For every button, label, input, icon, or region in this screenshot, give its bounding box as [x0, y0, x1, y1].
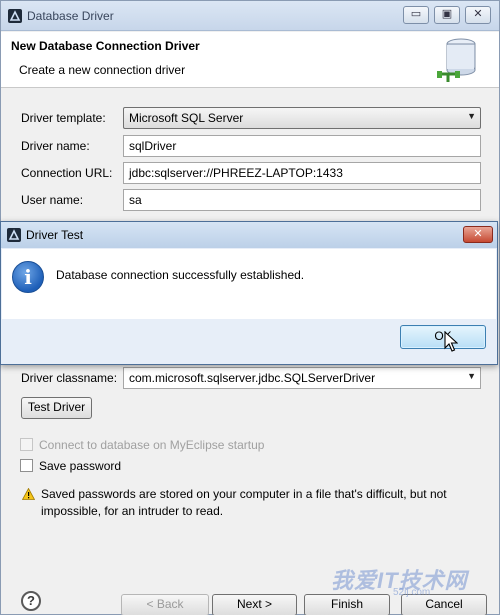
- watermark-subtext: 52ij.com: [393, 587, 431, 598]
- save-password-checkbox[interactable]: Save password: [20, 459, 121, 475]
- connection-url-field[interactable]: jdbc:sqlserver://PHREEZ-LAPTOP:1433: [123, 162, 481, 184]
- dialog-close-button[interactable]: ✕: [463, 226, 493, 243]
- ok-button[interactable]: OK: [400, 325, 486, 349]
- database-icon: [437, 38, 476, 82]
- chevron-down-icon: ▼: [467, 111, 476, 121]
- maximize-button[interactable]: ▣: [434, 6, 460, 24]
- dialog-message: Database connection successfully establi…: [56, 268, 305, 282]
- close-button[interactable]: ✕: [465, 6, 491, 24]
- dialog-titlebar[interactable]: Driver Test ✕: [1, 222, 497, 248]
- wizard-title: New Database Connection Driver: [11, 39, 200, 53]
- save-password-label: Save password: [39, 459, 122, 473]
- driver-classname-value: com.microsoft.sqlserver.jdbc.SQLServerDr…: [129, 371, 376, 385]
- connect-on-startup-checkbox[interactable]: Connect to database on MyEclipse startup: [20, 438, 264, 454]
- window-titlebar[interactable]: Database Driver ▭ ▣ ✕: [1, 1, 499, 31]
- help-icon[interactable]: ?: [21, 591, 41, 611]
- user-name-field[interactable]: sa: [123, 189, 481, 211]
- driver-classname-label: Driver classname:: [21, 371, 118, 385]
- myeclipse-icon: [7, 228, 21, 242]
- mouse-cursor-icon: [444, 331, 458, 352]
- next-button[interactable]: Next >: [212, 594, 297, 615]
- checkbox-box: [20, 459, 33, 472]
- finish-button[interactable]: Finish: [304, 594, 390, 615]
- driver-test-dialog: Driver Test ✕ i Database connection succ…: [0, 221, 498, 365]
- wizard-header: New Database Connection Driver Create a …: [1, 32, 499, 88]
- wizard-subtitle: Create a new connection driver: [19, 63, 186, 77]
- driver-template-value: Microsoft SQL Server: [129, 111, 244, 125]
- test-driver-button[interactable]: Test Driver: [21, 397, 92, 419]
- driver-template-label: Driver template:: [21, 111, 106, 125]
- driver-template-select[interactable]: Microsoft SQL Server ▼: [123, 107, 481, 129]
- connection-url-label: Connection URL:: [21, 166, 113, 180]
- chevron-down-icon: ▼: [467, 371, 476, 381]
- dialog-title: Driver Test: [26, 228, 84, 242]
- driver-classname-combo[interactable]: com.microsoft.sqlserver.jdbc.SQLServerDr…: [123, 367, 481, 389]
- dialog-body: i Database connection successfully estab…: [2, 249, 496, 319]
- driver-name-label: Driver name:: [21, 139, 90, 153]
- info-icon: i: [12, 261, 44, 293]
- connect-on-startup-label: Connect to database on MyEclipse startup: [39, 438, 265, 452]
- password-warning-text: Saved passwords are stored on your compu…: [41, 487, 447, 518]
- checkbox-box: [20, 438, 33, 451]
- minimize-button[interactable]: ▭: [403, 6, 429, 24]
- window-title: Database Driver: [27, 9, 114, 23]
- back-button[interactable]: < Back: [121, 594, 209, 615]
- myeclipse-icon: [8, 9, 22, 23]
- user-name-label: User name:: [21, 193, 84, 207]
- warning-icon: [22, 488, 35, 500]
- driver-name-field[interactable]: sqlDriver: [123, 135, 481, 157]
